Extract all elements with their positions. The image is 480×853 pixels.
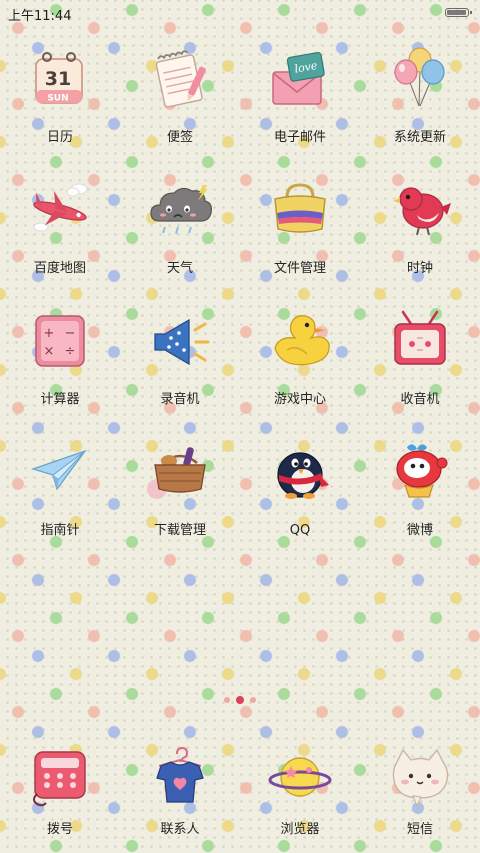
app-downloads[interactable]: 下载管理	[120, 439, 240, 570]
status-time: 上午11:44	[8, 9, 72, 24]
shirt-hanger-icon	[156, 746, 204, 803]
dock: 拨号 联系人 浏览器 短信	[0, 744, 480, 838]
app-label: QQ	[289, 523, 311, 538]
envelope-icon: love	[272, 51, 325, 105]
app-system-update[interactable]: 系统更新	[360, 46, 480, 177]
app-dialer[interactable]: 拨号	[0, 744, 120, 838]
page-dot[interactable]	[250, 697, 256, 703]
rain-cloud-icon	[150, 185, 212, 235]
app-notes[interactable]: 便签	[120, 46, 240, 177]
app-radio[interactable]: 收音机	[360, 308, 480, 439]
calculator-icon: + − × ÷	[35, 315, 85, 367]
page-indicator	[0, 696, 480, 704]
app-email[interactable]: love 电子邮件	[240, 46, 360, 177]
balloons-icon	[394, 47, 445, 107]
app-label: 收音机	[400, 392, 440, 407]
paper-plane-icon	[30, 449, 87, 491]
bag-icon	[274, 183, 326, 233]
app-calendar[interactable]: 31 SUN 日历	[0, 46, 120, 177]
app-label: 录音机	[160, 392, 200, 407]
battery-level-fill	[447, 10, 466, 15]
app-grid: 31 SUN 日历 便签 love 电子邮件 系统更新 百度地图 天气 文件管理…	[0, 46, 480, 570]
app-contacts[interactable]: 联系人	[120, 744, 240, 838]
app-label: 时钟	[406, 261, 433, 276]
app-label: 微博	[406, 523, 433, 538]
app-compass[interactable]: 指南针	[0, 439, 120, 570]
airplane-icon	[33, 183, 88, 232]
app-label: 拨号	[46, 822, 73, 837]
app-baidu-map[interactable]: 百度地图	[0, 177, 120, 308]
bird-icon	[393, 187, 451, 236]
app-label: 电子邮件	[273, 130, 326, 145]
app-label: 文件管理	[273, 261, 326, 276]
app-label: 百度地图	[33, 261, 86, 276]
app-browser[interactable]: 浏览器	[240, 744, 360, 838]
app-game-center[interactable]: 游戏中心	[240, 308, 360, 439]
app-calculator[interactable]: + − × ÷ 计算器	[0, 308, 120, 439]
app-qq[interactable]: QQ	[240, 439, 360, 570]
app-label: 联系人	[160, 822, 200, 837]
app-recorder[interactable]: 录音机	[120, 308, 240, 439]
calendar-icon: 31 SUN	[35, 52, 83, 104]
tv-radio-icon	[394, 310, 446, 365]
calendar-day-number: 31	[45, 68, 71, 90]
app-label: 日历	[46, 130, 73, 145]
svg-text:÷: ÷	[65, 344, 76, 359]
app-file-manager[interactable]: 文件管理	[240, 177, 360, 308]
svg-text:+: +	[44, 326, 55, 341]
app-label: 计算器	[40, 392, 80, 407]
planet-icon	[268, 757, 332, 797]
telephone-icon	[33, 751, 86, 807]
app-label: 游戏中心	[273, 392, 326, 407]
app-label: 系统更新	[393, 130, 446, 145]
app-clock[interactable]: 时钟	[360, 177, 480, 308]
app-weather[interactable]: 天气	[120, 177, 240, 308]
app-label: 短信	[406, 822, 433, 837]
battery-icon	[445, 8, 472, 17]
app-label: 浏览器	[280, 822, 320, 837]
megaphone-icon	[154, 318, 210, 366]
app-label: 天气	[166, 261, 193, 276]
page-dot[interactable]	[224, 697, 230, 703]
svg-text:−: −	[65, 326, 76, 341]
penguin-icon	[277, 452, 329, 499]
app-label: 便签	[166, 130, 193, 145]
app-label: 下载管理	[153, 523, 206, 538]
notepad-icon	[155, 50, 206, 108]
svg-text:×: ×	[44, 344, 55, 359]
weibo-mascot-icon	[396, 444, 448, 498]
app-messages[interactable]: 短信	[360, 744, 480, 838]
duck-icon	[274, 315, 330, 366]
status-bar: 上午11:44	[0, 0, 480, 26]
cat-bubble-icon	[392, 748, 449, 808]
calendar-weekday: SUN	[47, 94, 68, 104]
app-weibo[interactable]: 微博	[360, 439, 480, 570]
page-dot-active[interactable]	[236, 696, 244, 704]
app-label: 指南针	[40, 523, 80, 538]
basket-icon	[147, 447, 206, 499]
